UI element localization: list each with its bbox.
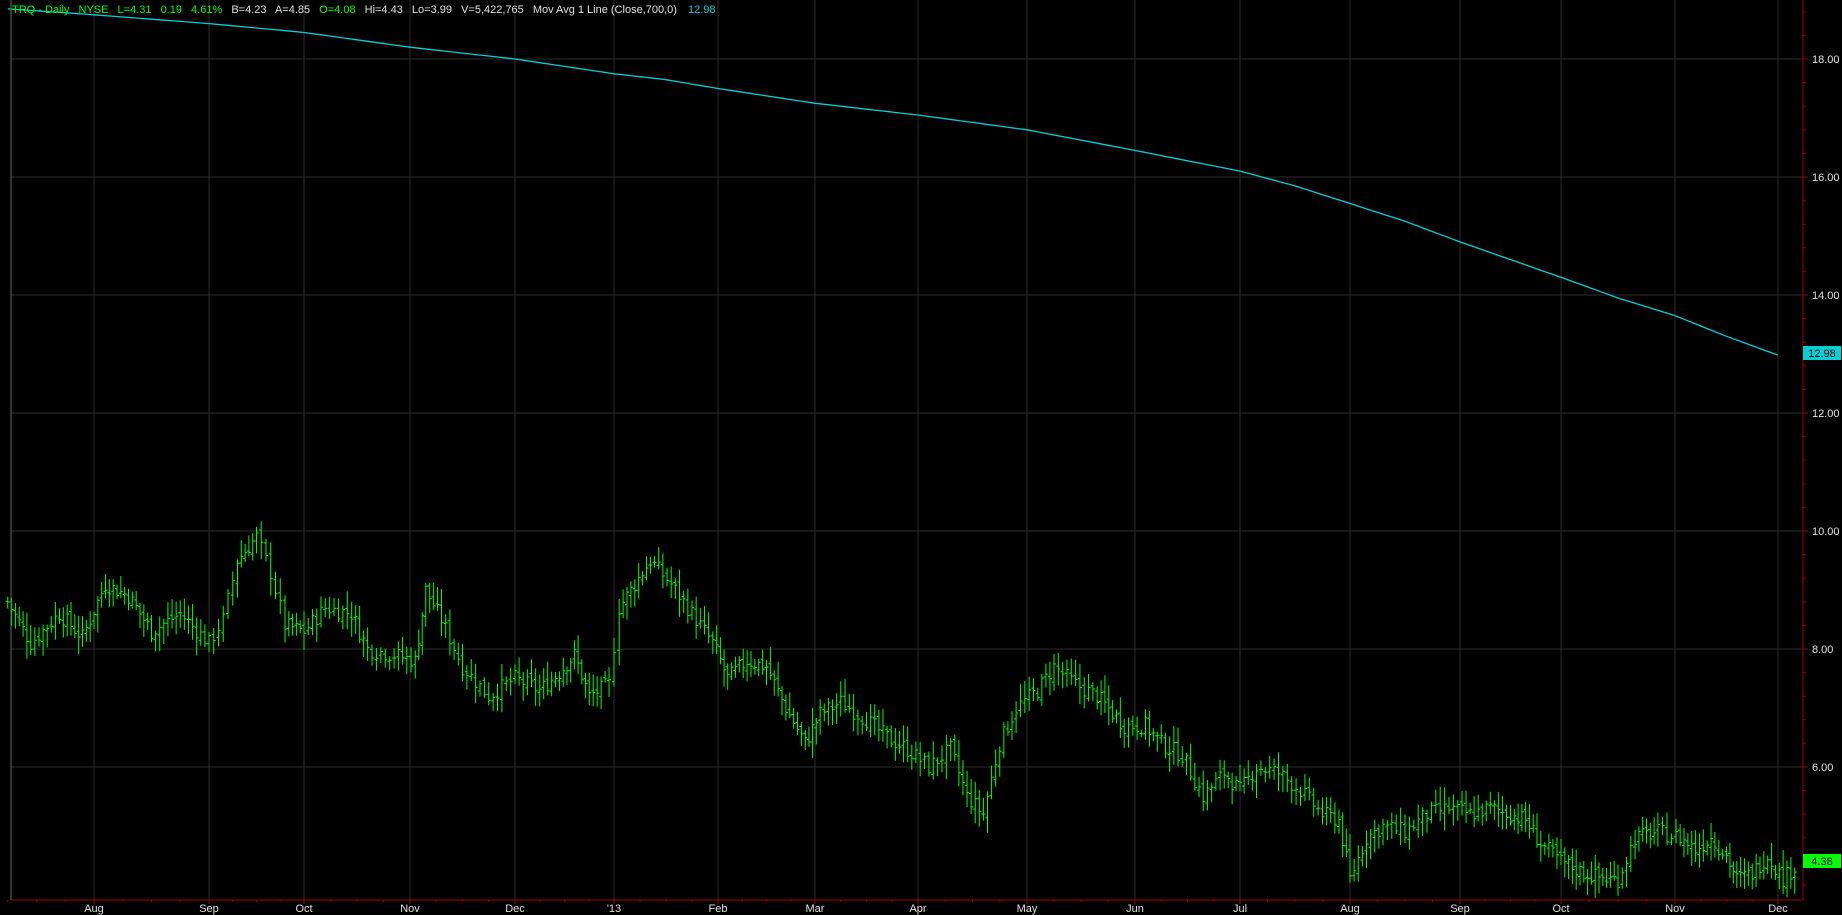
- header-bid: B=4.23: [231, 4, 266, 16]
- header-symbol: TRQ - Daily: [12, 4, 70, 16]
- x-tick-label: Sep: [199, 903, 219, 915]
- header-change: 0.19: [161, 4, 182, 16]
- x-tick-label: Aug: [84, 903, 104, 915]
- x-tick-label: Jul: [1233, 903, 1247, 915]
- header-study-value: 12.98: [688, 4, 716, 16]
- x-tick-label: Dec: [505, 903, 525, 915]
- header-change-pct: 4.61%: [191, 4, 222, 16]
- chart-background: [0, 0, 1842, 915]
- x-tick-label: Feb: [709, 903, 728, 915]
- x-tick-label: Sep: [1450, 903, 1470, 915]
- x-tick-label: Oct: [295, 903, 312, 915]
- x-tick-label: Dec: [1768, 903, 1788, 915]
- header-low: Lo=3.99: [412, 4, 452, 16]
- x-tick-label: '13: [607, 903, 621, 915]
- x-tick-label: Nov: [400, 903, 420, 915]
- header-last: L=4.31: [118, 4, 152, 16]
- x-tick-label: Aug: [1340, 903, 1360, 915]
- y-tick-label: 18.00: [1812, 54, 1840, 66]
- y-tick-label: 14.00: [1812, 290, 1840, 302]
- y-tick-label: 12.00: [1812, 408, 1840, 420]
- y-tick-label: 10.00: [1812, 526, 1840, 538]
- stock-chart[interactable]: 18.00 16.00 14.00 12.00 10.00 8.00 6.00 Aug Sep…: [0, 0, 1842, 915]
- chart-header: TRQ - Daily NYSE L=4.31 0.19 4.61% B=4.2…: [12, 4, 716, 16]
- x-tick-label: Mar: [806, 903, 825, 915]
- header-open: O=4.08: [319, 4, 355, 16]
- x-tick-label: Jun: [1126, 903, 1144, 915]
- header-exchange: NYSE: [79, 4, 109, 16]
- ma-last-value: 12.98: [1808, 348, 1836, 360]
- y-tick-label: 6.00: [1812, 762, 1833, 774]
- header-study-label: Mov Avg 1 Line (Close,700,0): [533, 4, 677, 16]
- x-tick-label: Oct: [1552, 903, 1569, 915]
- y-tick-label: 16.00: [1812, 172, 1840, 184]
- header-ask: A=4.85: [275, 4, 310, 16]
- header-volume: V=5,422,765: [461, 4, 524, 16]
- price-last-value: 4.38: [1811, 856, 1832, 868]
- y-tick-label: 8.00: [1812, 644, 1833, 656]
- x-tick-label: Nov: [1665, 903, 1685, 915]
- header-high: Hi=4.43: [365, 4, 403, 16]
- x-tick-label: May: [1017, 903, 1038, 915]
- x-tick-label: Apr: [909, 903, 926, 915]
